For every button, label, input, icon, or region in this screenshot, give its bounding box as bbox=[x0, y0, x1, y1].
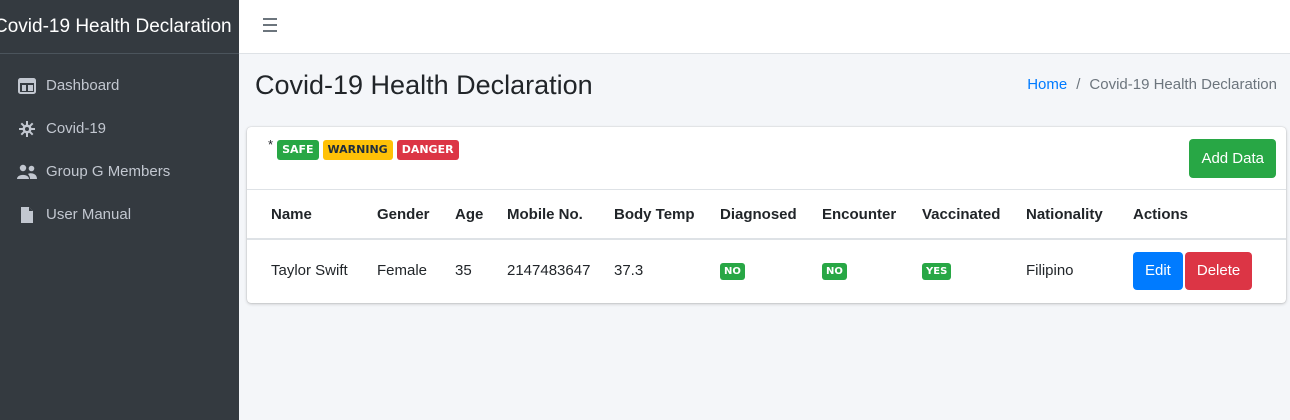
column-header-body-temp: Body Temp bbox=[614, 190, 720, 240]
table-header-row: Name Gender Age Mobile No. Body Temp Dia… bbox=[247, 190, 1286, 240]
status-legend: * SAFE WARNING DANGER bbox=[268, 137, 459, 160]
menu-toggle-icon[interactable] bbox=[263, 18, 277, 32]
sidebar-item-label: Group G Members bbox=[46, 163, 171, 180]
sidebar-nav: Dashboard Covid-19 Group G Members User … bbox=[0, 54, 239, 236]
file-icon bbox=[16, 206, 38, 224]
column-header-vaccinated: Vaccinated bbox=[922, 190, 1026, 240]
column-header-nationality: Nationality bbox=[1026, 190, 1133, 240]
top-navbar bbox=[239, 0, 1290, 54]
card-header: * SAFE WARNING DANGER Add Data bbox=[247, 127, 1286, 190]
sidebar-item-user-manual[interactable]: User Manual bbox=[0, 193, 239, 236]
add-data-button[interactable]: Add Data bbox=[1189, 139, 1276, 178]
table-row: Taylor Swift Female 35 2147483647 37.3 N… bbox=[247, 239, 1286, 301]
legend-asterisk: * bbox=[268, 137, 274, 152]
cell-actions: Edit Delete bbox=[1133, 239, 1286, 301]
diagnosed-badge: NO bbox=[720, 263, 745, 280]
encounter-badge: NO bbox=[822, 263, 847, 280]
users-icon bbox=[16, 163, 38, 181]
warning-badge: WARNING bbox=[322, 140, 393, 160]
column-header-age: Age bbox=[455, 190, 507, 240]
sidebar-item-covid-19[interactable]: Covid-19 bbox=[0, 107, 239, 150]
column-header-encounter: Encounter bbox=[822, 190, 922, 240]
breadcrumb-separator: / bbox=[1076, 76, 1081, 93]
declaration-table: Name Gender Age Mobile No. Body Temp Dia… bbox=[247, 190, 1286, 301]
safe-badge: SAFE bbox=[277, 140, 319, 160]
dashboard-icon bbox=[16, 77, 38, 95]
brand-text: Covid-19 Health Declaration bbox=[0, 15, 232, 37]
sidebar-item-group-g-members[interactable]: Group G Members bbox=[0, 150, 239, 193]
declaration-card: * SAFE WARNING DANGER Add Data Name Gend… bbox=[247, 127, 1286, 303]
page-title: Covid-19 Health Declaration bbox=[255, 70, 593, 100]
column-header-gender: Gender bbox=[377, 190, 455, 240]
sidebar: Covid-19 Health Declaration Dashboard Co… bbox=[0, 0, 239, 420]
cell-diagnosed: NO bbox=[720, 239, 822, 301]
cell-encounter: NO bbox=[822, 239, 922, 301]
breadcrumb: Home / Covid-19 Health Declaration bbox=[1027, 76, 1277, 93]
column-header-mobile: Mobile No. bbox=[507, 190, 614, 240]
column-header-diagnosed: Diagnosed bbox=[720, 190, 822, 240]
cell-nationality: Filipino bbox=[1026, 262, 1074, 279]
sidebar-item-label: Covid-19 bbox=[46, 120, 107, 137]
cell-mobile: 2147483647 bbox=[507, 262, 591, 279]
delete-button[interactable]: Delete bbox=[1184, 251, 1253, 290]
column-header-name: Name bbox=[247, 190, 377, 240]
cell-name: Taylor Swift bbox=[271, 262, 348, 279]
cell-age: 35 bbox=[455, 262, 472, 279]
sidebar-item-label: User Manual bbox=[46, 206, 132, 223]
column-header-actions: Actions bbox=[1133, 190, 1286, 240]
danger-badge: DANGER bbox=[396, 140, 459, 160]
virus-icon bbox=[16, 120, 38, 138]
cell-body-temp: 37.3 bbox=[614, 262, 644, 279]
cell-gender: Female bbox=[377, 262, 428, 279]
breadcrumb-current: Covid-19 Health Declaration bbox=[1089, 76, 1277, 93]
vaccinated-badge: YES bbox=[922, 263, 952, 280]
cell-vaccinated: YES bbox=[922, 239, 1026, 301]
breadcrumb-home-link[interactable]: Home bbox=[1027, 76, 1067, 93]
sidebar-item-label: Dashboard bbox=[46, 77, 120, 94]
brand[interactable]: Covid-19 Health Declaration bbox=[0, 0, 239, 54]
sidebar-item-dashboard[interactable]: Dashboard bbox=[0, 64, 239, 107]
edit-button[interactable]: Edit bbox=[1133, 251, 1183, 290]
